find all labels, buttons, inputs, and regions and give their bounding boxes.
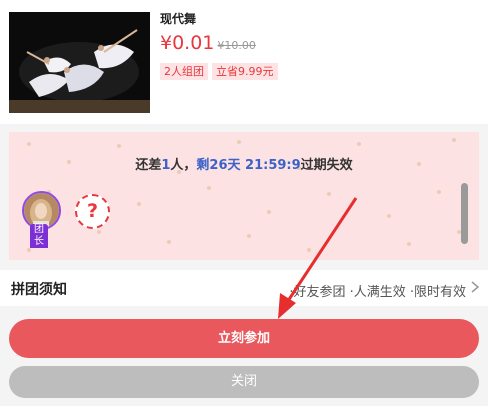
empty-slot-icon: ? xyxy=(75,194,110,229)
notice-title: 拼团须知 xyxy=(11,282,67,298)
join-now-button[interactable]: 立刻参加 xyxy=(9,319,479,358)
remaining-days: 剩26天 xyxy=(196,158,241,173)
background-pattern xyxy=(27,138,461,252)
group-size-tag: 2人组团 xyxy=(160,63,208,80)
price-row: ¥0.01 ¥10.00 xyxy=(160,32,256,54)
group-status-text: 还差1人，剩26天 21:59:9过期失效 xyxy=(9,154,479,173)
original-price: ¥10.00 xyxy=(217,39,256,52)
leader-badge: 团长 xyxy=(30,224,48,248)
group-notice-row[interactable]: 拼团须知 ·好友参团 ·人满生效 ·限时有效 xyxy=(0,270,488,306)
product-tags: 2人组团 立省9.99元 xyxy=(160,60,282,80)
status-suffix: 过期失效 xyxy=(300,158,353,173)
status-prefix: 还差 xyxy=(135,158,162,173)
scrollbar[interactable] xyxy=(461,183,468,244)
chevron-right-icon xyxy=(471,281,480,293)
product-image xyxy=(9,12,150,113)
people-unit: 人， xyxy=(170,158,197,173)
notice-text: ·好友参团 ·人满生效 ·限时有效 xyxy=(289,285,466,300)
product-title: 现代舞 xyxy=(160,12,197,26)
sale-price: ¥0.01 xyxy=(160,32,215,54)
close-button[interactable]: 关闭 xyxy=(9,366,479,398)
product-card: 现代舞 ¥0.01 ¥10.00 2人组团 立省9.99元 xyxy=(0,0,488,124)
savings-tag: 立省9.99元 xyxy=(212,63,278,80)
countdown-timer: 21:59:9 xyxy=(245,158,301,173)
group-status-panel: 还差1人，剩26天 21:59:9过期失效 团长 ? xyxy=(9,132,479,260)
